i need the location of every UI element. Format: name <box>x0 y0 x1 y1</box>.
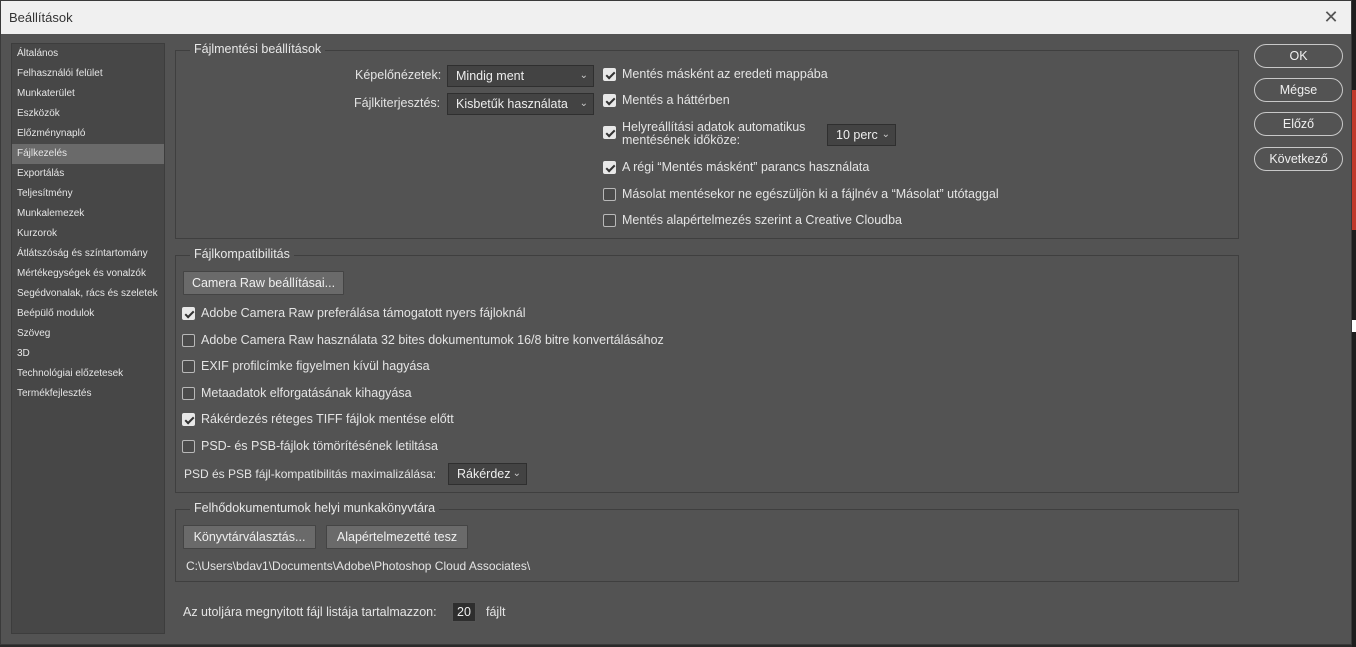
preferences-sidebar: Általános Felhasználói felület Munkaterüle… <box>11 43 165 634</box>
checkbox-label: EXIF profilcímke figyelmen kívül hagyása <box>201 359 430 373</box>
title-bar: Beállítások ✕ <box>1 1 1351 34</box>
checkbox-box[interactable] <box>603 93 616 107</box>
ok-button[interactable]: OK <box>1254 44 1343 68</box>
checkbox-autosave-recovery[interactable]: Helyreállítási adatok automatikus mentés… <box>603 119 805 149</box>
checkbox-label: Metaadatok elforgatásának kihagyása <box>201 386 412 400</box>
sidebar-item[interactable]: Segédvonalak, rács és szeletek <box>12 284 164 304</box>
checkbox-box[interactable] <box>182 359 195 373</box>
file-saving-title: Fájlmentési beállítások <box>190 42 326 56</box>
maximize-compat-label: PSD és PSB fájl-kompatibilitás maximaliz… <box>184 467 437 481</box>
checkbox-label: Adobe Camera Raw használata 32 bites dok… <box>201 333 664 347</box>
sidebar-list: Általános Felhasználói felület Munkaterüle… <box>12 44 164 404</box>
background-image-fragment <box>1352 90 1356 230</box>
checkbox-box[interactable] <box>182 333 195 347</box>
checkbox-label: Mentés a háttérben <box>622 93 730 107</box>
sidebar-item[interactable]: Általános <box>12 44 164 64</box>
checkbox-ignore-exif[interactable]: EXIF profilcímke figyelmen kívül hagyása <box>182 357 430 375</box>
autosave-interval-select[interactable]: 10 perc ⌄ <box>827 124 896 146</box>
checkbox-box[interactable] <box>603 125 616 139</box>
sidebar-item[interactable]: Munkaterület <box>12 84 164 104</box>
image-previews-value: Mindig ment <box>456 69 525 83</box>
file-extension-value: Kisbetűk használata <box>456 97 568 111</box>
checkbox-ask-layered-tiff[interactable]: Rákérdezés réteges TIFF fájlok mentése e… <box>182 410 454 428</box>
sidebar-item[interactable]: Fájlkezelés <box>12 144 164 164</box>
sidebar-item[interactable]: Szöveg <box>12 324 164 344</box>
sidebar-item[interactable]: Előzménynapló <box>12 124 164 144</box>
checkbox-save-in-background[interactable]: Mentés a háttérben <box>603 91 730 109</box>
sidebar-item[interactable]: Munkalemezek <box>12 204 164 224</box>
checkbox-camera-raw-32bit[interactable]: Adobe Camera Raw használata 32 bites dok… <box>182 331 664 349</box>
chevron-down-icon: ⌄ <box>579 70 588 81</box>
checkbox-label: Adobe Camera Raw preferálása támogatott … <box>201 306 526 320</box>
checkbox-skip-metadata-rotation[interactable]: Metaadatok elforgatásának kihagyása <box>182 384 412 402</box>
close-icon[interactable]: ✕ <box>1319 1 1343 34</box>
maximize-compat-value: Rákérdez <box>457 467 511 481</box>
sidebar-item[interactable]: 3D <box>12 344 164 364</box>
checkbox-prefer-camera-raw[interactable]: Adobe Camera Raw preferálása támogatott … <box>182 304 525 322</box>
choose-directory-button[interactable]: Könyvtárválasztás... <box>183 525 316 549</box>
checkbox-no-copy-suffix[interactable]: Másolat mentésekor ne egészüljön ki a fá… <box>603 185 999 203</box>
sidebar-item[interactable]: Kurzorok <box>12 224 164 244</box>
autosave-interval-value: 10 perc <box>836 128 878 142</box>
chevron-down-icon: ⌄ <box>512 468 521 479</box>
checkbox-box[interactable] <box>182 386 195 400</box>
maximize-compat-select[interactable]: Rákérdez ⌄ <box>448 463 527 485</box>
checkbox-box[interactable] <box>603 213 616 227</box>
cloud-docs-title: Felhődokumentumok helyi munkakönyvtára <box>190 501 440 515</box>
recent-files-suffix: fájlt <box>486 605 506 619</box>
checkbox-box[interactable] <box>603 160 616 174</box>
previous-button[interactable]: Előző <box>1254 112 1343 136</box>
image-previews-select[interactable]: Mindig ment ⌄ <box>447 65 594 87</box>
checkbox-box[interactable] <box>182 412 195 426</box>
file-compat-title: Fájlkompatibilitás <box>190 247 294 261</box>
checkbox-disable-psd-compression[interactable]: PSD- és PSB-fájlok tömörítésének letiltá… <box>182 437 438 455</box>
sidebar-item[interactable]: Exportálás <box>12 164 164 184</box>
recent-files-label: Az utoljára megnyitott fájl listája tart… <box>183 605 437 619</box>
sidebar-item[interactable]: Mértékegységek és vonalzók <box>12 264 164 284</box>
checkbox-box[interactable] <box>182 306 195 320</box>
checkbox-label: PSD- és PSB-fájlok tömörítésének letiltá… <box>201 439 438 453</box>
recent-files-count-input[interactable]: 20 <box>452 602 476 622</box>
sidebar-item[interactable]: Beépülő modulok <box>12 304 164 324</box>
sidebar-item[interactable]: Technológiai előzetesek <box>12 364 164 384</box>
checkbox-save-as-original-folder[interactable]: Mentés másként az eredeti mappába <box>603 65 828 83</box>
file-extension-select[interactable]: Kisbetűk használata ⌄ <box>447 93 594 115</box>
sidebar-item[interactable]: Termékfejlesztés <box>12 384 164 404</box>
checkbox-label: Mentés másként az eredeti mappába <box>622 67 828 81</box>
checkbox-box[interactable] <box>182 439 195 453</box>
sidebar-item[interactable]: Felhasználói felület <box>12 64 164 84</box>
checkbox-label: Rákérdezés réteges TIFF fájlok mentése e… <box>201 412 454 426</box>
preferences-dialog: Beállítások ✕ Általános Felhasználói felü… <box>0 0 1352 645</box>
next-button[interactable]: Következő <box>1254 147 1343 171</box>
checkbox-legacy-save-as[interactable]: A régi “Mentés másként” parancs használa… <box>603 158 869 176</box>
background-app-edge <box>1352 0 1356 647</box>
camera-raw-settings-button[interactable]: Camera Raw beállításai... <box>183 271 344 295</box>
chevron-down-icon: ⌄ <box>881 129 890 140</box>
file-extension-label: Fájlkiterjesztés: <box>354 96 441 110</box>
image-previews-label: Képelőnézetek: <box>355 68 442 82</box>
chevron-down-icon: ⌄ <box>579 98 588 109</box>
checkbox-box[interactable] <box>603 187 616 201</box>
checkbox-box[interactable] <box>603 67 616 81</box>
reset-default-button[interactable]: Alapértelmezetté tesz <box>326 525 468 549</box>
cancel-button[interactable]: Mégse <box>1254 78 1343 102</box>
checkbox-label: Másolat mentésekor ne egészüljön ki a fá… <box>622 187 999 201</box>
background-image-fragment <box>1352 320 1356 332</box>
checkbox-save-to-cloud[interactable]: Mentés alapértelmezés szerint a Creative… <box>603 211 902 229</box>
checkbox-label: A régi “Mentés másként” parancs használa… <box>622 160 870 174</box>
cloud-docs-path: C:\Users\bdav1\Documents\Adobe\Photoshop… <box>186 559 531 573</box>
checkbox-label: Helyreállítási adatok automatikus mentés… <box>622 120 806 147</box>
window-title: Beállítások <box>9 10 73 25</box>
sidebar-item[interactable]: Eszközök <box>12 104 164 124</box>
sidebar-item[interactable]: Teljesítmény <box>12 184 164 204</box>
checkbox-label: Mentés alapértelmezés szerint a Creative… <box>622 213 902 227</box>
sidebar-item[interactable]: Átlátszóság és színtartomány <box>12 244 164 264</box>
